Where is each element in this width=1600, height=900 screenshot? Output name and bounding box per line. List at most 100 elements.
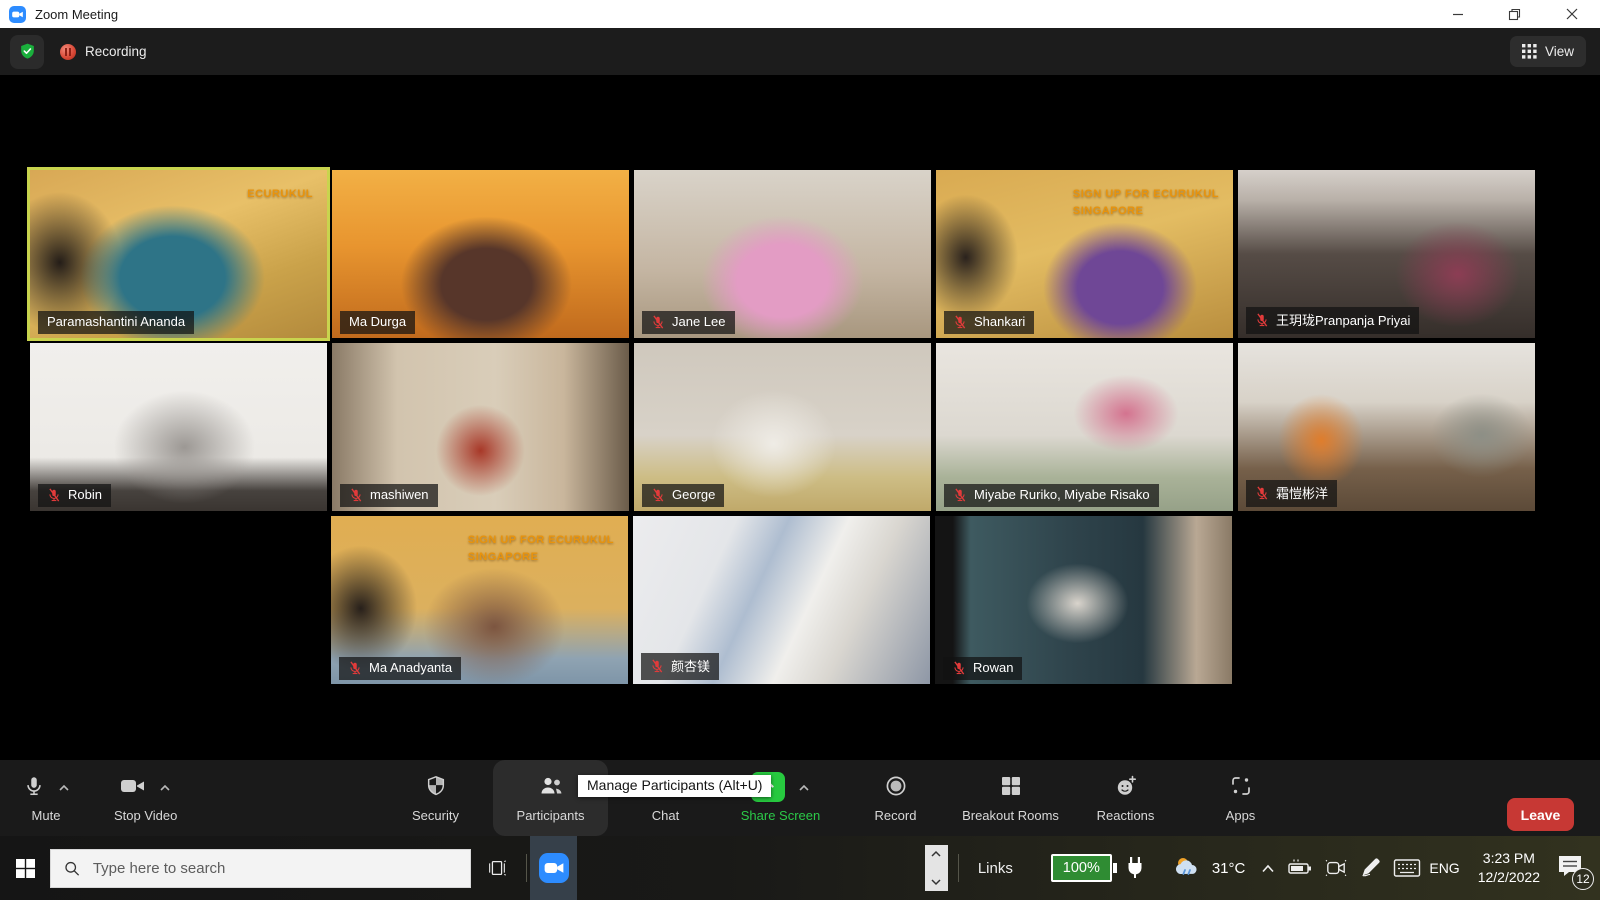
minimize-button[interactable] <box>1429 0 1486 28</box>
participant-name: Jane Lee <box>672 314 726 329</box>
microphone-icon <box>23 774 45 801</box>
stop-video-options-chevron-icon[interactable] <box>159 780 171 795</box>
reactions-button[interactable]: Reactions <box>1068 760 1183 836</box>
search-icon <box>64 860 80 877</box>
participant-name: 霜愷彬洋 <box>1276 483 1328 502</box>
hidden-icons-chevron[interactable] <box>1261 864 1275 873</box>
participant-tile[interactable]: Ma Durga <box>332 170 629 338</box>
share-screen-button[interactable]: Share Screen <box>723 760 838 836</box>
scroll-up-icon[interactable] <box>930 850 942 858</box>
action-center-button[interactable]: 12 <box>1556 854 1584 883</box>
participant-name-label: Rowan <box>943 657 1022 680</box>
participant-name-label: Jane Lee <box>642 311 735 334</box>
taskbar-scroll-arrows[interactable] <box>925 845 948 891</box>
participant-tile[interactable]: Miyabe Ruriko, Miyabe Risako <box>936 343 1233 511</box>
pen-icon[interactable] <box>1359 857 1381 879</box>
close-button[interactable] <box>1543 0 1600 28</box>
recording-label: Recording <box>85 44 147 59</box>
windows-logo-icon <box>16 859 35 878</box>
taskbar-separator <box>958 854 959 882</box>
battery-icon[interactable] <box>1287 858 1313 878</box>
video-camera-icon <box>120 775 146 800</box>
share-screen-options-chevron-icon[interactable] <box>798 780 810 795</box>
meeting-header: Recording View <box>0 28 1600 75</box>
participants-button[interactable]: Participants <box>493 760 608 836</box>
participant-name-label: George <box>642 484 724 507</box>
power-plug-icon <box>1126 857 1144 879</box>
apps-button[interactable]: Apps <box>1183 760 1298 836</box>
participant-tile[interactable]: 王玥珑Pranpanja Priyai <box>1238 170 1535 338</box>
breakout-rooms-button[interactable]: Breakout Rooms <box>953 760 1068 836</box>
gallery-row-2: Robin mashiwen G <box>30 343 1535 511</box>
taskbar-search[interactable] <box>50 849 471 888</box>
participant-tile[interactable]: SIGN UP FOR ECURUKUL SINGAPORE Ma Anadya… <box>331 516 628 684</box>
participant-tile[interactable]: ECURUKUL Paramashantini Ananda <box>30 170 327 338</box>
muted-mic-icon <box>349 488 363 502</box>
toolbar-center-group: Security Participants Chat Share Screen Reco… <box>378 760 1298 836</box>
recording-indicator[interactable]: Recording <box>60 44 147 60</box>
view-label: View <box>1545 44 1574 59</box>
gallery-row-3: SIGN UP FOR ECURUKUL SINGAPORE Ma Anadya… <box>331 516 1232 684</box>
security-shield-icon <box>18 42 37 61</box>
security-label: Security <box>412 808 459 823</box>
muted-mic-icon <box>348 661 362 675</box>
participant-name-label: 霜愷彬洋 <box>1246 480 1337 507</box>
touch-keyboard-icon[interactable] <box>1393 858 1421 878</box>
participant-tile[interactable]: 霜愷彬洋 <box>1238 343 1535 511</box>
time-label: 3:23 PM <box>1478 849 1540 868</box>
participant-tile[interactable]: Rowan <box>935 516 1232 684</box>
battery-level-indicator[interactable]: 100% <box>1051 854 1112 882</box>
participant-name: 颜杏镁 <box>671 656 710 675</box>
participant-name: Miyabe Ruriko, Miyabe Risako <box>974 487 1150 502</box>
muted-mic-icon <box>953 315 967 329</box>
banner-text: SIGN UP FOR ECURUKUL SINGAPORE <box>468 532 614 565</box>
apps-icon <box>1229 774 1253 801</box>
chat-button[interactable]: Chat <box>608 760 723 836</box>
banner-text: SIGN UP FOR ECURUKUL SINGAPORE <box>1073 186 1219 219</box>
zoom-app-icon <box>9 6 26 23</box>
encryption-shield-button[interactable] <box>10 35 44 69</box>
participant-tile[interactable]: 颜杏镁 <box>633 516 930 684</box>
participants-label: Participants <box>517 808 585 823</box>
video-gallery: ECURUKUL Paramashantini Ananda Ma Durga … <box>0 75 1600 760</box>
mute-options-chevron-icon[interactable] <box>58 780 70 795</box>
window-title: Zoom Meeting <box>35 7 118 22</box>
record-button[interactable]: Record <box>838 760 953 836</box>
participant-name-label: Ma Anadyanta <box>339 657 461 680</box>
taskbar-clock[interactable]: 3:23 PM 12/2/2022 <box>1478 849 1540 887</box>
participant-tile[interactable]: SIGN UP FOR ECURUKUL SINGAPORE Shankari <box>936 170 1233 338</box>
participant-name-label: Paramashantini Ananda <box>38 311 194 334</box>
participant-tile[interactable]: Jane Lee <box>634 170 931 338</box>
participant-name-label: Ma Durga <box>340 311 415 334</box>
muted-mic-icon <box>953 488 967 502</box>
scroll-down-icon[interactable] <box>930 878 942 886</box>
muted-mic-icon <box>47 488 61 502</box>
view-button[interactable]: View <box>1510 36 1586 67</box>
grid-view-icon <box>1522 44 1537 59</box>
links-toolbar-label[interactable]: Links <box>978 860 1013 877</box>
recording-icon <box>60 44 76 60</box>
participant-name: Robin <box>68 487 102 502</box>
notification-count-badge: 12 <box>1572 868 1594 890</box>
start-button[interactable] <box>0 836 50 900</box>
zoom-taskbar-button[interactable] <box>530 836 577 900</box>
search-input[interactable] <box>91 859 457 878</box>
weather-widget[interactable]: 31°C <box>1174 856 1246 880</box>
zoom-tray-icon[interactable] <box>1325 858 1347 878</box>
share-screen-label: Share Screen <box>741 808 821 823</box>
participant-tile[interactable]: mashiwen <box>332 343 629 511</box>
task-view-button[interactable] <box>471 836 523 900</box>
participant-tile[interactable]: Robin <box>30 343 327 511</box>
restore-button[interactable] <box>1486 0 1543 28</box>
security-shield-icon <box>425 774 447 801</box>
participants-icon <box>538 775 564 800</box>
language-indicator[interactable]: ENG <box>1429 860 1459 876</box>
participant-name-label: Miyabe Ruriko, Miyabe Risako <box>944 484 1159 507</box>
leave-button[interactable]: Leave <box>1507 798 1574 831</box>
stop-video-button[interactable]: Stop Video <box>108 760 183 836</box>
windows-taskbar: Links 100% 31°C ENG 3:23 PM 12/2/2022 12 <box>0 836 1600 900</box>
participant-tile[interactable]: George <box>634 343 931 511</box>
participant-name: George <box>672 487 715 502</box>
security-button[interactable]: Security <box>378 760 493 836</box>
mute-button[interactable]: Mute <box>14 760 78 836</box>
